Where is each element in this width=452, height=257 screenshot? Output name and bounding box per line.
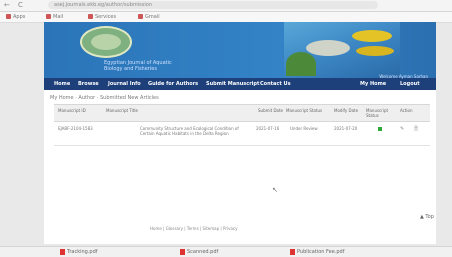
downloads-bar: Tracking.pdf Scanned.pdf Publication Fee… [0, 246, 452, 257]
pdf-icon [290, 248, 295, 255]
services-icon [88, 14, 93, 19]
header-manuscript-id: Manuscript ID [58, 108, 86, 113]
pdf-icon [180, 248, 185, 255]
nav-submit-manuscript[interactable]: Submit Manuscript [206, 78, 259, 90]
cell-submit-date: 2021-07-16 [256, 126, 280, 131]
journal-logo[interactable] [80, 26, 132, 58]
download-item[interactable]: Scanned.pdf [180, 248, 218, 256]
nav-browse[interactable]: Browse [78, 78, 99, 90]
header-manuscript-title: Manuscript Title [106, 108, 138, 113]
mail-icon [46, 14, 51, 19]
journal-banner: Egyptian Journal of Aquatic Biology and … [44, 22, 436, 78]
header-modify-date: Modify Date [334, 108, 359, 113]
cell-manuscript-id[interactable]: EJABF-2104-1583 [58, 126, 93, 131]
nav-journal-info[interactable]: Journal Info [108, 78, 141, 90]
cell-manuscript-title[interactable]: Community Structure and Ecological Condi… [140, 126, 252, 136]
download-item[interactable]: Publication Fee.pdf [290, 248, 344, 256]
journal-title: Egyptian Journal of Aquatic Biology and … [104, 60, 172, 72]
bookmark-gmail[interactable]: Gmail [138, 13, 160, 21]
table-row[interactable]: EJABF-2104-1583 Community Structure and … [54, 121, 430, 146]
header-manuscript-status: Manuscript Status [286, 108, 323, 113]
main-navbar: Home Browse Journal Info Guide for Autho… [44, 74, 436, 90]
address-bar[interactable]: asej.journals.ekb.eg/author/submission [48, 1, 378, 9]
breadcrumb: My Home · Author · Submitted New Article… [50, 95, 159, 101]
back-icon[interactable]: ← [4, 1, 10, 9]
download-item[interactable]: Tracking.pdf [60, 248, 98, 256]
bookmark-apps[interactable]: Apps [6, 13, 25, 21]
nav-contact-us[interactable]: Contact Us [260, 78, 291, 90]
banner-fish-image [284, 22, 400, 78]
url-text: asej.journals.ekb.eg/author/submission [54, 2, 152, 8]
header-submit-date: Submit Date [258, 108, 284, 113]
mouse-cursor-icon: ↖ [272, 186, 278, 194]
reload-icon[interactable]: C [18, 1, 23, 9]
bookmark-mail[interactable]: Mail [46, 13, 63, 21]
nav-guide-for-authors[interactable]: Guide for Authors [148, 78, 198, 90]
cell-modify-date: 2021-07-20 [334, 126, 358, 131]
nav-home[interactable]: Home [54, 78, 70, 90]
edit-icon[interactable]: ✎ [400, 126, 404, 132]
footer-links[interactable]: Home | Glossary | Terms | Sitemap | Priv… [150, 226, 238, 231]
header-action: Action [400, 108, 413, 113]
cell-status: Under Review [290, 126, 318, 131]
apps-icon [6, 14, 11, 19]
browser-toolbar: ← C asej.journals.ekb.eg/author/submissi… [0, 0, 452, 12]
gmail-icon [138, 14, 143, 19]
my-home-link[interactable]: My Home [360, 79, 386, 89]
status-indicator [378, 127, 382, 131]
bookmark-services[interactable]: Services [88, 13, 116, 21]
table-header-row: Manuscript ID Manuscript Title Submit Da… [54, 104, 430, 122]
back-to-top-link[interactable]: ▲ Top [420, 214, 434, 220]
pdf-icon [60, 248, 65, 255]
logout-link[interactable]: Logout [400, 79, 420, 89]
document-icon[interactable]: 🗎 [414, 126, 418, 134]
header-status-2: Manuscript Status [366, 108, 389, 118]
